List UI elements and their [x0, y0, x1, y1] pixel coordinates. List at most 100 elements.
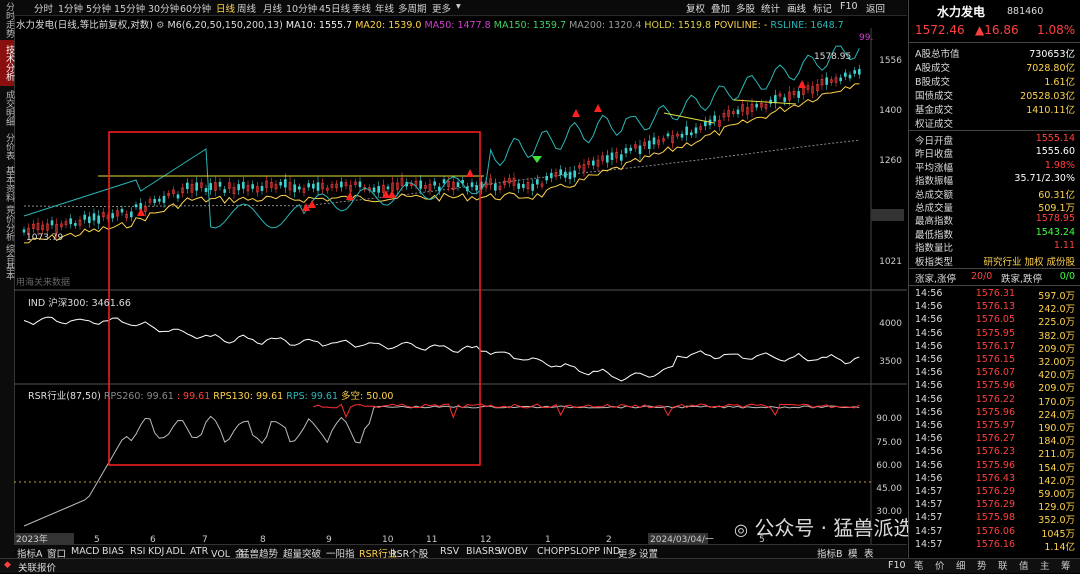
candle-body: [620, 154, 623, 161]
side-button-0[interactable]: 笔: [914, 558, 924, 572]
tool-1[interactable]: 叠加: [711, 1, 730, 15]
gear-icon[interactable]: ⚙: [156, 20, 165, 31]
info-value: 7028.80亿: [1026, 63, 1075, 74]
stat-label: 平均涨幅: [915, 162, 954, 174]
period-5[interactable]: 60分钟: [180, 1, 211, 15]
info-row: 国债成交 20528.03亿: [909, 88, 1080, 102]
legend-rsline: RSLINE: 1648.7: [770, 20, 844, 31]
indicator-tab-16[interactable]: WOBV: [498, 546, 528, 557]
status-f10[interactable]: F10: [888, 560, 906, 571]
tick-volume: 225.0万: [1038, 317, 1075, 329]
period-8[interactable]: 月线: [263, 1, 282, 15]
period-11[interactable]: 季线: [352, 1, 371, 15]
period-1[interactable]: 1分钟: [58, 1, 83, 15]
period-10[interactable]: 45日线: [319, 1, 350, 15]
candle-body: [120, 208, 124, 213]
side-button-3[interactable]: 势: [977, 558, 987, 572]
period-2[interactable]: 5分钟: [86, 1, 111, 15]
chart-canvas[interactable]: 1556140012601112.810214000350090.0075.00…: [14, 16, 907, 546]
top-partial-mark: 99.: [859, 33, 873, 43]
kline-chart-area[interactable]: 1556140012601112.810214000350090.0075.00…: [14, 16, 933, 546]
tick-row: 14:56 1576.27 184.0万: [909, 433, 1080, 447]
legend-ma20: MA20: 1539.0: [355, 20, 422, 31]
rsr-duokong: 多空: 50.00: [341, 391, 394, 402]
tick-volume: 420.0万: [1038, 370, 1075, 382]
left-tab-2[interactable]: 成交明细: [0, 88, 14, 128]
updown-value1: 20/0: [971, 271, 993, 282]
left-tab-4[interactable]: 基本资料: [0, 165, 14, 203]
indicator-tab-6[interactable]: ADL: [166, 546, 185, 557]
tick-time: 14:57: [915, 538, 943, 550]
period-toolbar: 分时 1分钟 5分钟 15分钟 30分钟 60分钟 日线 周线 月线 10分钟 45日线 季线 年线 多周…: [14, 0, 907, 16]
candle-body: [848, 74, 852, 79]
info-value: 20528.03亿: [1020, 91, 1075, 102]
candle-body: [340, 181, 343, 188]
low-mark: 1073.79: [26, 233, 63, 243]
tick-volume: 129.0万: [1038, 502, 1075, 514]
candle-body: [680, 133, 684, 138]
tool-0[interactable]: 复权: [686, 1, 705, 15]
period-4[interactable]: 30分钟: [148, 1, 179, 15]
tool-6[interactable]: F10: [840, 1, 858, 12]
indicator-tab-18[interactable]: SLOPP: [570, 546, 600, 557]
stat-label: 指数振幅: [915, 176, 954, 188]
period-7[interactable]: 周线: [237, 1, 256, 15]
legend-m6: M6(6,20,50,150,200,13): [167, 20, 283, 31]
info-label: A股成交: [915, 63, 950, 74]
tool-2[interactable]: 多股: [736, 1, 755, 15]
tool-4[interactable]: 画线: [787, 1, 806, 15]
stat-row: 最低指数 1543.24: [909, 227, 1080, 241]
side-button-1[interactable]: 价: [935, 558, 945, 572]
period-13[interactable]: 多周期: [398, 1, 427, 15]
rsr-legend: RSR行业(87,50) RPS260: 99.61 : 99.61 RPS13…: [28, 388, 393, 402]
indicator-tab-4[interactable]: RSI: [130, 546, 145, 557]
period-9[interactable]: 10分钟: [286, 1, 317, 15]
indicator-tab-5[interactable]: KDJ: [148, 546, 164, 557]
side-button-7[interactable]: 筹: [1061, 558, 1071, 572]
period-14[interactable]: 更多: [432, 1, 451, 15]
side-button-6[interactable]: 主: [1040, 558, 1050, 572]
stat-value: 1578.95: [1035, 213, 1075, 225]
candle-body: [522, 184, 525, 188]
sell-signal-icon: [532, 156, 542, 163]
period-0[interactable]: 分时: [34, 1, 53, 15]
side-button-4[interactable]: 联: [998, 558, 1008, 572]
period-6[interactable]: 日线: [216, 1, 235, 15]
left-tab-3[interactable]: 分价表: [0, 130, 14, 163]
indicator-tab-7[interactable]: ATR: [190, 546, 208, 557]
indicator-tab-2[interactable]: MACD: [71, 546, 99, 557]
board-value[interactable]: 研究行业 加权 成份股: [983, 254, 1075, 268]
buy-signal-icon: [466, 169, 474, 177]
candle-body: [606, 155, 609, 163]
left-tab-1[interactable]: 技术分析: [0, 40, 14, 86]
stat-label: 昨日收盘: [915, 149, 954, 161]
tick-price: 1576.29: [975, 486, 1015, 497]
tick-time: 14:56: [915, 406, 943, 418]
side-button-5[interactable]: 值: [1019, 558, 1029, 572]
indicator-tab-3[interactable]: BIAS: [102, 546, 124, 557]
buy-signal-icon: [137, 208, 145, 216]
side-button-2[interactable]: 细: [956, 558, 966, 572]
left-tab-0[interactable]: 分时走势: [0, 2, 14, 38]
period-3[interactable]: 15分钟: [114, 1, 145, 15]
side-button-bar: 笔价细势联值主筹: [908, 558, 1080, 572]
ind-line: [23, 316, 860, 382]
main-legend: 水力发电(日线,等比前复权,对数) ⚙ M6(6,20,50,150,200,1…: [16, 17, 844, 31]
indicator-tab-15[interactable]: BIASRS: [466, 546, 500, 557]
candle-body: [260, 185, 264, 191]
tool-7[interactable]: 返回: [866, 1, 885, 15]
dropdown-arrow-icon[interactable]: ▾: [456, 1, 461, 12]
indicator-tab-17[interactable]: CHOPP: [537, 546, 570, 557]
left-tab-5[interactable]: 竞价分析: [0, 205, 14, 241]
tool-3[interactable]: 统计: [761, 1, 780, 15]
tick-volume: 1045万: [1041, 528, 1075, 540]
indicator-tab-14[interactable]: RSV: [440, 546, 459, 557]
candle-body: [559, 169, 562, 175]
left-tab-6[interactable]: 综合基本: [0, 243, 14, 281]
candle-body: [209, 183, 212, 191]
tick-row: 14:56 1575.95 382.0万: [909, 328, 1080, 342]
info-label: 权证成交: [915, 119, 954, 130]
tick-price: 1575.97: [975, 420, 1015, 431]
tool-5[interactable]: 标记: [813, 1, 832, 15]
period-12[interactable]: 年线: [375, 1, 394, 15]
